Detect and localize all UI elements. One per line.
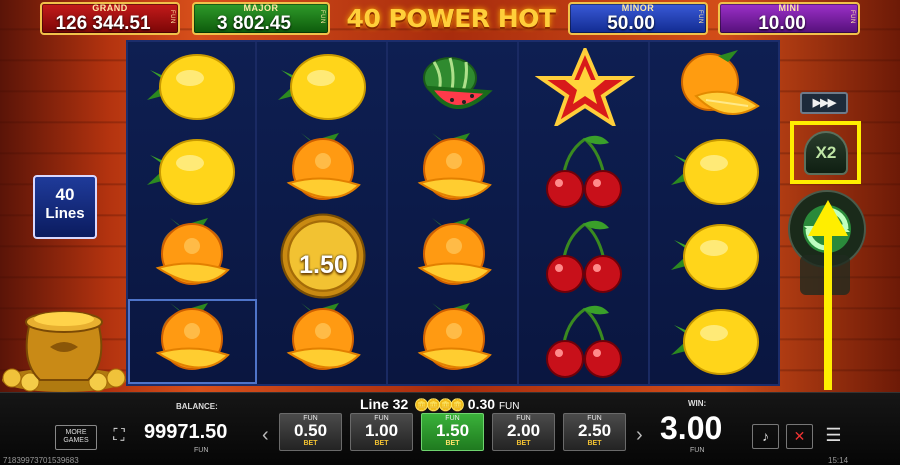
jackpot-mini: MINI 10.00 FUN bbox=[718, 2, 860, 35]
fast-forward-button[interactable]: ▶▶▶ bbox=[800, 92, 848, 114]
bet-button-5[interactable]: FUN 2.50 BET bbox=[563, 413, 626, 451]
hot-orange-symbol bbox=[128, 214, 257, 299]
coin-icons: 🪙🪙🪙🪙 bbox=[414, 398, 465, 412]
x2-button[interactable]: X2 bbox=[804, 131, 848, 175]
jackpot-minor-label: MINOR bbox=[621, 3, 655, 13]
jackpot-mini-unit: FUN bbox=[849, 10, 855, 24]
jackpot-grand-label: GRAND bbox=[92, 3, 128, 13]
win-unit: FUN bbox=[690, 447, 705, 454]
game-title: 40 POWER HOT bbox=[346, 4, 556, 33]
coin-symbol: 1.50 bbox=[259, 213, 388, 299]
jackpot-bar: GRAND 126 344.51 FUN MAJOR 3 802.45 FUN … bbox=[0, 0, 900, 38]
hot-orange-symbol bbox=[390, 214, 519, 299]
lemon-symbol bbox=[652, 129, 781, 214]
lemon-symbol bbox=[652, 299, 781, 384]
bet-button-4[interactable]: FUN 2.00 BET bbox=[492, 413, 555, 451]
bet-button-3[interactable]: FUN 1.50 BET bbox=[421, 413, 484, 451]
x2-highlight: X2 bbox=[790, 121, 861, 184]
cherry-symbol bbox=[521, 214, 650, 299]
clock: 15:14 bbox=[828, 456, 849, 465]
watermelon-symbol bbox=[390, 44, 519, 129]
hot-orange-symbol bbox=[390, 129, 519, 214]
jackpot-minor-unit: FUN bbox=[697, 10, 703, 24]
line-label: Line 32 bbox=[360, 396, 409, 412]
menu-icon[interactable]: ☰ bbox=[820, 424, 847, 449]
jackpot-grand-value: 126 344.51 bbox=[55, 13, 151, 34]
jackpot-major-unit: FUN bbox=[319, 10, 325, 24]
line-win-info: Line 32 🪙🪙🪙🪙 0.30 FUN bbox=[360, 396, 560, 412]
bet-value: 2.50 bbox=[577, 421, 612, 440]
bet-label: BET bbox=[587, 440, 602, 447]
jackpot-mini-label: MINI bbox=[778, 3, 800, 13]
jackpot-mini-value: 10.00 bbox=[758, 13, 806, 34]
music-icon[interactable]: ♪ bbox=[752, 424, 779, 449]
jackpot-grand-unit: FUN bbox=[169, 10, 175, 24]
lines-label: Lines bbox=[45, 205, 85, 222]
more-games-button[interactable]: MORE GAMES bbox=[55, 425, 97, 450]
cherry-symbol bbox=[521, 299, 650, 384]
reel-1 bbox=[128, 42, 257, 384]
reel-grid: 1.50 bbox=[126, 40, 780, 386]
lines-count: 40 bbox=[55, 185, 75, 204]
line-win-value: 0.30 bbox=[467, 396, 496, 412]
balance-unit: FUN bbox=[194, 447, 209, 454]
reel-4 bbox=[521, 42, 650, 384]
bet-next-icon[interactable]: › bbox=[636, 424, 643, 447]
cherry-symbol bbox=[521, 129, 650, 214]
pointer-arrow-icon bbox=[808, 200, 848, 390]
bet-label: BET bbox=[374, 440, 389, 447]
lemon-symbol bbox=[259, 44, 388, 129]
jackpot-minor-value: 50.00 bbox=[607, 13, 655, 34]
win-label: WIN: bbox=[688, 399, 707, 408]
jackpot-major-value: 3 802.45 bbox=[217, 13, 291, 34]
bet-value: 2.00 bbox=[506, 421, 541, 440]
bet-value: 1.00 bbox=[364, 421, 399, 440]
win-value: 3.00 bbox=[660, 410, 723, 446]
lemon-symbol bbox=[652, 214, 781, 299]
bet-label: BET bbox=[516, 440, 531, 447]
reel-2: 1.50 bbox=[259, 42, 388, 384]
bet-value: 0.50 bbox=[293, 421, 328, 440]
jackpot-major: MAJOR 3 802.45 FUN bbox=[192, 2, 330, 35]
orange-symbol bbox=[652, 44, 781, 129]
bet-button-1[interactable]: FUN 0.50 BET bbox=[279, 413, 342, 451]
bet-label: BET bbox=[303, 440, 318, 447]
star-symbol bbox=[521, 44, 650, 129]
reel-5 bbox=[652, 42, 781, 384]
lines-badge: 40 Lines bbox=[33, 175, 97, 239]
balance-label: BALANCE: bbox=[176, 402, 218, 411]
game-id: 71839973701539683 bbox=[3, 456, 79, 465]
hot-orange-symbol bbox=[259, 129, 388, 214]
jackpot-minor: MINOR 50.00 FUN bbox=[568, 2, 708, 35]
gold-pot-icon bbox=[2, 311, 126, 392]
balance-value: 99971.50 bbox=[144, 421, 228, 443]
lemon-symbol bbox=[128, 44, 257, 129]
hot-orange-symbol bbox=[390, 299, 519, 384]
bet-value: 1.50 bbox=[435, 421, 470, 440]
bet-prev-icon[interactable]: ‹ bbox=[262, 424, 269, 447]
coin-value: 1.50 bbox=[299, 251, 348, 279]
hot-orange-symbol bbox=[128, 299, 257, 384]
bet-button-2[interactable]: FUN 1.00 BET bbox=[350, 413, 413, 451]
hot-orange-symbol bbox=[259, 299, 388, 384]
line-win-unit: FUN bbox=[498, 401, 520, 412]
reel-3 bbox=[390, 42, 519, 384]
jackpot-major-label: MAJOR bbox=[243, 3, 279, 13]
sound-muted-icon[interactable]: ✕ bbox=[786, 424, 813, 449]
lemon-symbol bbox=[128, 129, 257, 214]
bet-label: BET bbox=[445, 440, 460, 447]
jackpot-grand: GRAND 126 344.51 FUN bbox=[40, 2, 180, 35]
fullscreen-icon[interactable]: ⛶ bbox=[107, 427, 131, 449]
